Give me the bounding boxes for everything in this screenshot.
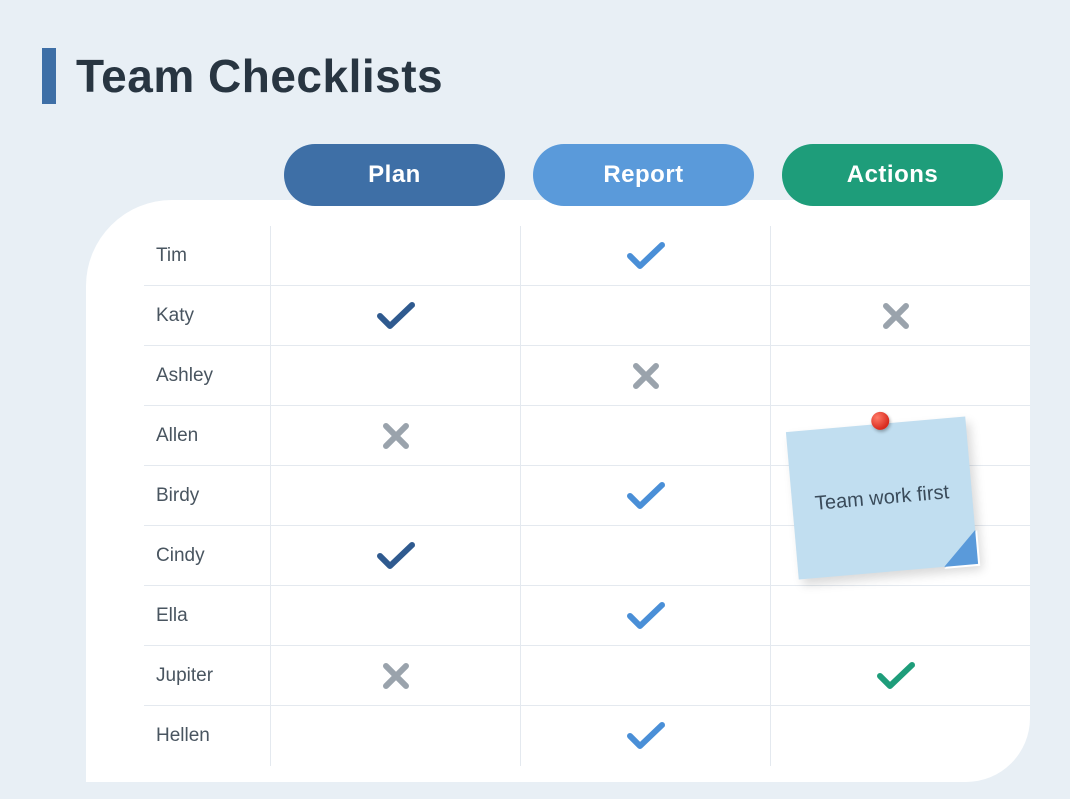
check-icon <box>377 301 415 331</box>
cell-plan[interactable] <box>270 526 520 585</box>
row-name: Allen <box>144 425 270 447</box>
row-name: Katy <box>144 305 270 327</box>
sticky-note[interactable]: Team work first <box>786 416 978 579</box>
cell-report[interactable] <box>520 286 770 345</box>
page-title: Team Checklists <box>76 49 443 103</box>
cross-icon <box>882 302 910 330</box>
cell-actions[interactable] <box>770 286 1020 345</box>
cell-plan[interactable] <box>270 586 520 645</box>
cell-actions[interactable] <box>770 346 1020 405</box>
check-icon <box>877 661 915 691</box>
row-name: Jupiter <box>144 665 270 687</box>
check-icon <box>627 241 665 271</box>
sticky-text: Team work first <box>814 479 950 517</box>
cell-report[interactable] <box>520 346 770 405</box>
pill-actions[interactable]: Actions <box>782 144 1003 206</box>
column-pills: Plan Report Actions <box>284 144 1003 206</box>
cell-actions[interactable] <box>770 226 1020 285</box>
cell-actions[interactable] <box>770 586 1020 645</box>
accent-bar <box>42 48 56 104</box>
cell-plan[interactable] <box>270 346 520 405</box>
row-name: Hellen <box>144 725 270 747</box>
cell-plan[interactable] <box>270 466 520 525</box>
cell-report[interactable] <box>520 646 770 705</box>
table-row: Ella <box>144 586 1030 646</box>
cell-actions[interactable] <box>770 646 1020 705</box>
cell-plan[interactable] <box>270 226 520 285</box>
table-row: Hellen <box>144 706 1030 766</box>
row-name: Tim <box>144 245 270 267</box>
check-icon <box>627 721 665 751</box>
cell-actions[interactable] <box>770 706 1020 766</box>
check-icon <box>627 481 665 511</box>
cross-icon <box>382 422 410 450</box>
row-name: Ella <box>144 605 270 627</box>
pill-plan[interactable]: Plan <box>284 144 505 206</box>
check-icon <box>627 601 665 631</box>
cross-icon <box>382 662 410 690</box>
cell-plan[interactable] <box>270 406 520 465</box>
pill-report[interactable]: Report <box>533 144 754 206</box>
cell-report[interactable] <box>520 526 770 585</box>
row-name: Ashley <box>144 365 270 387</box>
table-row: Jupiter <box>144 646 1030 706</box>
cell-plan[interactable] <box>270 706 520 766</box>
table-row: Ashley <box>144 346 1030 406</box>
cell-report[interactable] <box>520 586 770 645</box>
cell-report[interactable] <box>520 406 770 465</box>
cell-plan[interactable] <box>270 646 520 705</box>
row-name: Cindy <box>144 545 270 567</box>
cross-icon <box>632 362 660 390</box>
cell-report[interactable] <box>520 466 770 525</box>
table-row: Katy <box>144 286 1030 346</box>
row-name: Birdy <box>144 485 270 507</box>
check-icon <box>377 541 415 571</box>
table-row: Tim <box>144 226 1030 286</box>
cell-plan[interactable] <box>270 286 520 345</box>
cell-report[interactable] <box>520 706 770 766</box>
cell-report[interactable] <box>520 226 770 285</box>
